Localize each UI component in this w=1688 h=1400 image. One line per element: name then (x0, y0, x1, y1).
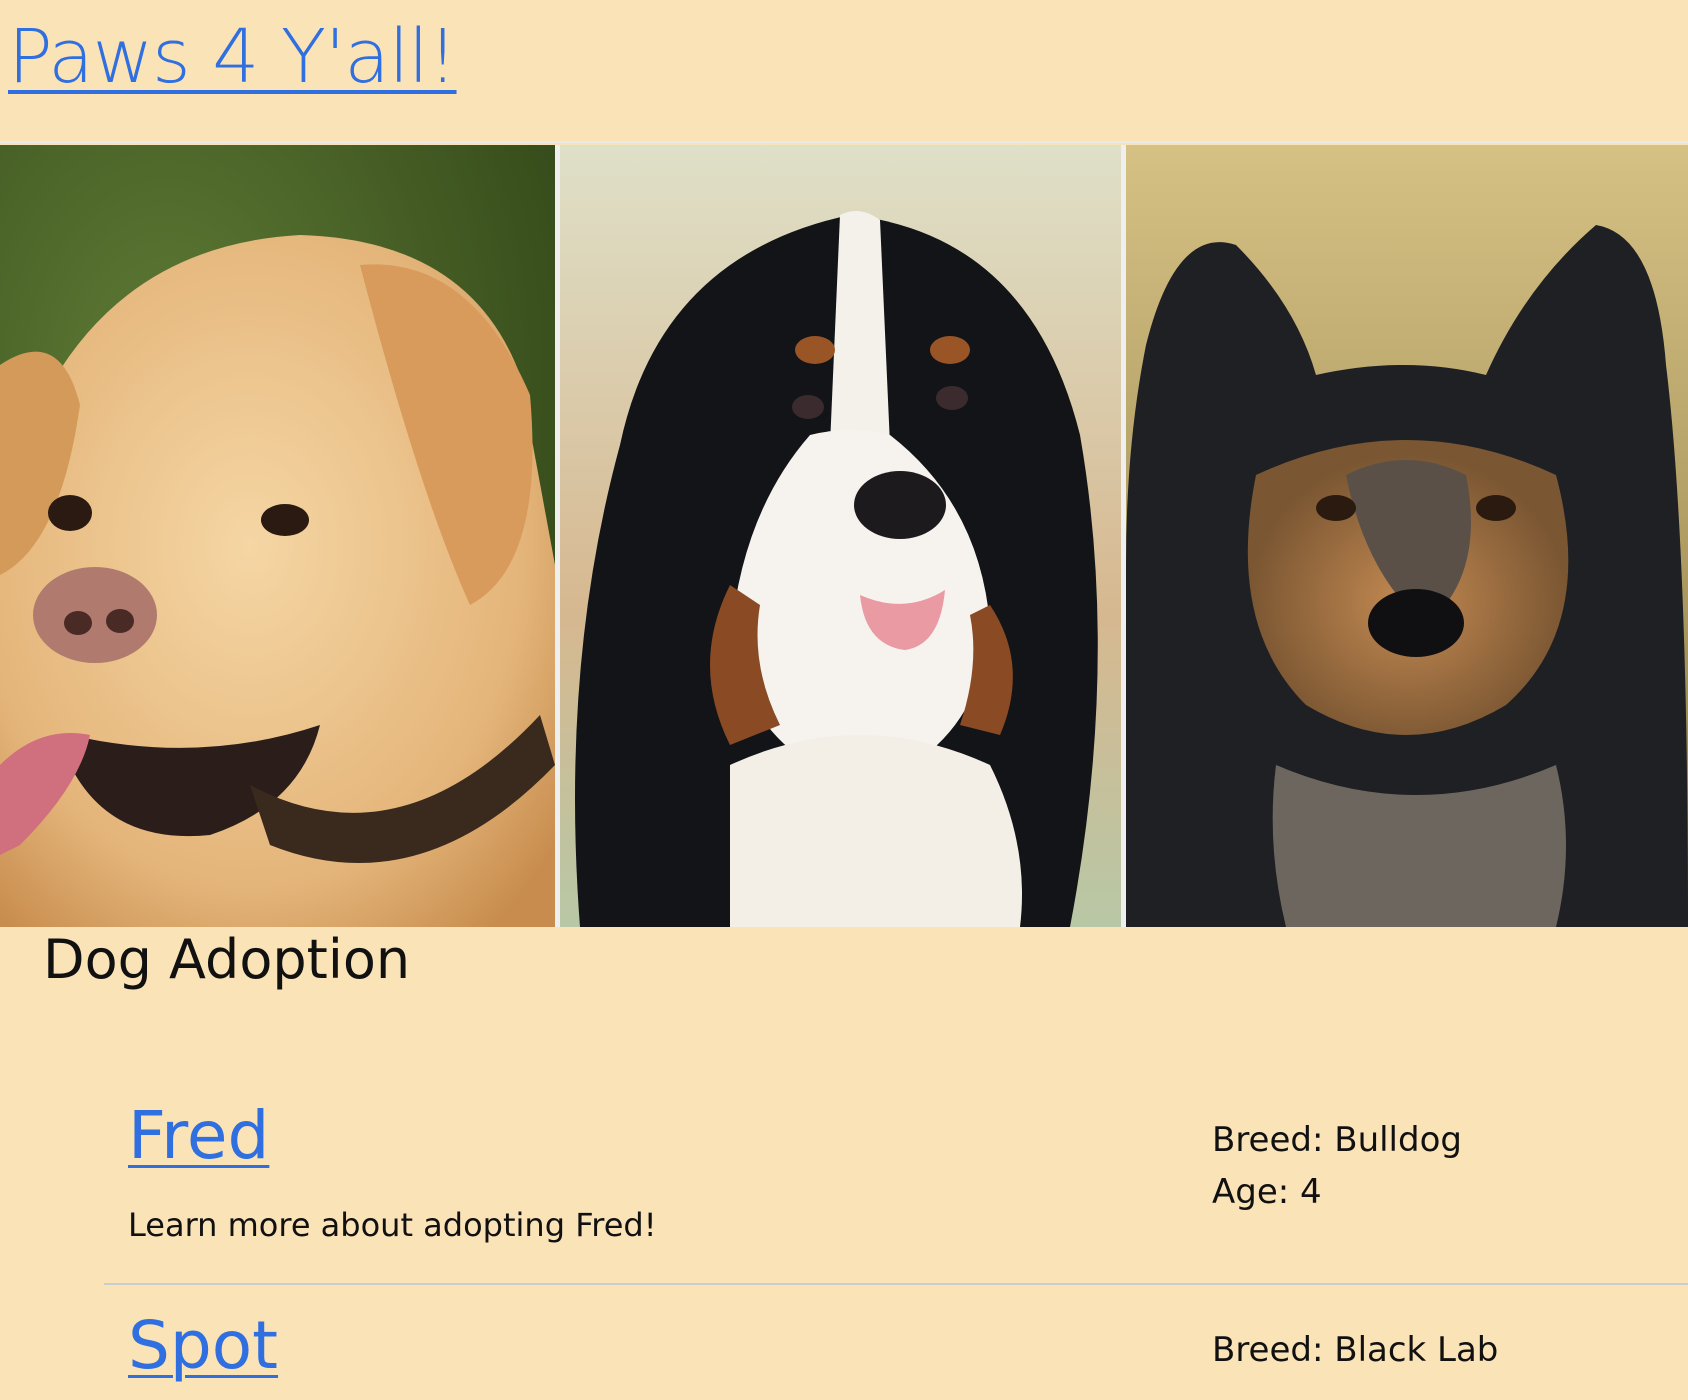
dog-description: Learn more about adopting Fred! (128, 1206, 657, 1244)
dog-photo-gallery (0, 145, 1688, 927)
dog-breed: Breed: Black Lab (1212, 1330, 1499, 1370)
bernese-mountain-dog-photo (560, 145, 1121, 927)
listing-divider (104, 1283, 1688, 1285)
dog-name-link[interactable]: Spot (128, 1309, 278, 1383)
site-title-link[interactable]: Paws 4 Y'all! (8, 14, 458, 100)
page-heading: Dog Adoption (43, 928, 411, 991)
dog-breed: Breed: Bulldog (1212, 1120, 1462, 1160)
sheltie-photo (1126, 145, 1688, 927)
dog-details: Breed: Black Lab (1212, 1324, 1498, 1376)
dog-listing-spot: Spot Breed: Black Lab (104, 1309, 1688, 1400)
yellow-lab-photo (0, 145, 555, 927)
dog-details: Breed: Bulldog Age: 4 (1212, 1114, 1462, 1218)
dog-name-link[interactable]: Fred (128, 1099, 269, 1173)
header-divider (0, 141, 1688, 143)
dog-listing-fred: Fred Learn more about adopting Fred! Bre… (104, 1099, 1688, 1286)
site-header: Paws 4 Y'all! (0, 0, 1688, 140)
dog-age: Age: 4 (1212, 1172, 1322, 1212)
